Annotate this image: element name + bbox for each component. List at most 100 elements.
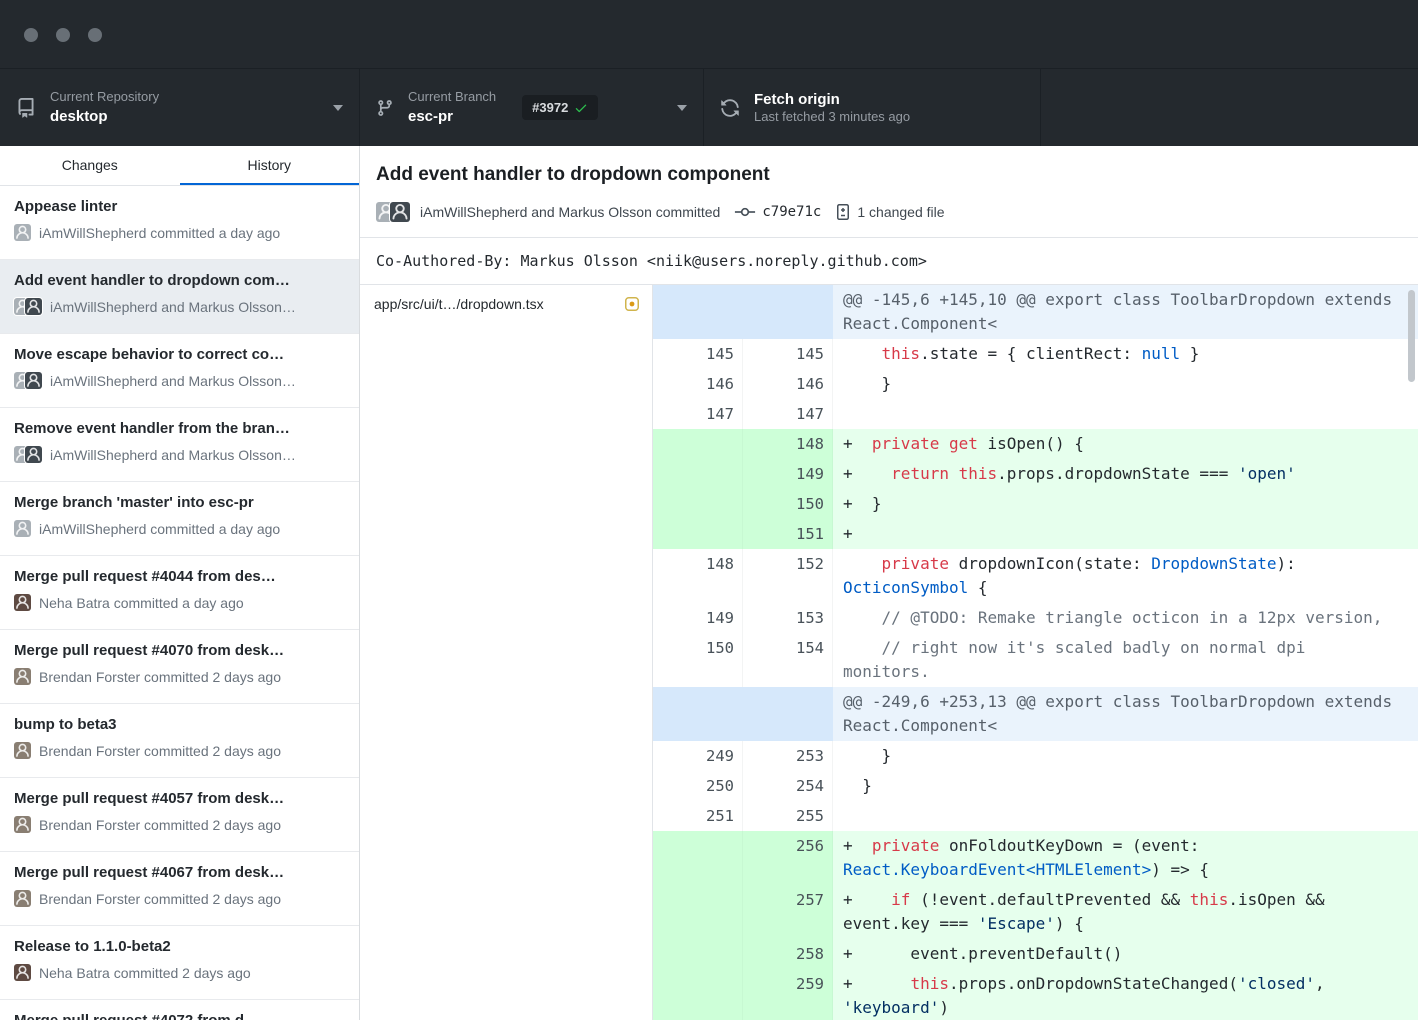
- git-branch-icon: [376, 99, 394, 117]
- commit-list-item[interactable]: Move escape behavior to correct co… iAmWi…: [0, 334, 359, 408]
- file-list-item[interactable]: app/src/ui/t…/dropdown.tsx: [360, 285, 652, 322]
- diff-code: // @TODO: Remake triangle octicon in a 1…: [833, 603, 1408, 633]
- commit-byline: Brendan Forster committed 2 days ago: [39, 669, 281, 685]
- commit-title: Merge pull request #4057 from desk…: [14, 789, 345, 809]
- commit-byline: Neha Batra committed 2 days ago: [39, 965, 251, 981]
- diff-code: + private onFoldoutKeyDown = (event: Rea…: [833, 831, 1408, 885]
- tab-changes[interactable]: Changes: [0, 146, 180, 185]
- diff-row-context: 149153 // @TODO: Remake triangle octicon…: [653, 603, 1418, 633]
- commit-title: Merge pull request #4067 from desk…: [14, 863, 345, 883]
- commit-list-item[interactable]: Merge pull request #4057 from desk… Brend…: [0, 778, 359, 852]
- diff-gutter-old: [653, 489, 743, 519]
- check-icon: [574, 101, 588, 115]
- commit-list-item[interactable]: Merge pull request #4070 from desk… Brend…: [0, 630, 359, 704]
- commit-list-item[interactable]: Release to 1.1.0-beta2Neha Batra committ…: [0, 926, 359, 1000]
- commit-list-item[interactable]: Merge branch 'master' into esc-priAmWill…: [0, 482, 359, 556]
- branch-name: esc-pr: [408, 107, 496, 126]
- commit-list-item[interactable]: Appease linteriAmWillShepherd committed …: [0, 186, 359, 260]
- diff-gutter-new: 150: [743, 489, 833, 519]
- diff-gutter-new: 255: [743, 801, 833, 831]
- diff-gutter-old: [653, 885, 743, 939]
- branch-picker[interactable]: Current Branch esc-pr #3972: [360, 69, 704, 146]
- commit-list-item[interactable]: Add event handler to dropdown com…iAmWil…: [0, 260, 359, 334]
- avatar: [390, 202, 410, 222]
- window-controls: [24, 28, 102, 42]
- diff-icon: [835, 203, 851, 221]
- avatar: [14, 224, 31, 241]
- commit-message-body: Co-Authored-By: Markus Olsson <niik@user…: [360, 238, 1418, 285]
- diff-code: + this.props.onDropdownStateChanged('clo…: [833, 969, 1408, 1020]
- commit-list-item[interactable]: Merge pull request #4067 from desk… Brend…: [0, 852, 359, 926]
- commit-title: Merge pull request #4070 from desk…: [14, 641, 345, 661]
- zoom-button[interactable]: [88, 28, 102, 42]
- tab-history[interactable]: History: [180, 146, 360, 185]
- git-commit-icon: [734, 204, 756, 220]
- diff-code: }: [833, 741, 1408, 771]
- diff-hunk-gutter: [653, 285, 833, 339]
- avatar-stack: [14, 520, 31, 537]
- diff-code: + event.preventDefault(): [833, 939, 1408, 969]
- diff-gutter-new: 147: [743, 399, 833, 429]
- diff-row-context: 250254 }: [653, 771, 1418, 801]
- commit-byline: iAmWillShepherd committed a day ago: [39, 521, 280, 537]
- commit-list-item[interactable]: bump to beta3Brendan Forster committed 2…: [0, 704, 359, 778]
- diff-gutter-old: [653, 429, 743, 459]
- diff-row-added: 148+ private get isOpen() {: [653, 429, 1418, 459]
- sidebar-tabs: Changes History: [0, 146, 359, 186]
- branch-picker-label: Current Branch: [408, 89, 496, 105]
- pr-status-badge[interactable]: #3972: [522, 95, 598, 120]
- commit-meta: iAmWillShepherd and Markus Olsson…: [14, 446, 345, 463]
- avatar-stack: [14, 298, 42, 315]
- commit-list-item[interactable]: Merge pull request #4072 from d…: [0, 1000, 359, 1020]
- toolbar-filler: [1041, 69, 1418, 146]
- fetch-origin-button[interactable]: Fetch origin Last fetched 3 minutes ago: [704, 69, 1041, 146]
- avatar-stack: [14, 742, 31, 759]
- repository-picker[interactable]: Current Repository desktop: [0, 69, 360, 146]
- diff-gutter-old: [653, 939, 743, 969]
- diff-gutter-old: [653, 519, 743, 549]
- diff-row-context: 147147: [653, 399, 1418, 429]
- avatar: [14, 742, 31, 759]
- avatar: [14, 594, 31, 611]
- changed-files-count: 1 changed file: [857, 204, 944, 220]
- diff-row-added: 150+ }: [653, 489, 1418, 519]
- commit-byline: iAmWillShepherd and Markus Olsson…: [50, 299, 296, 315]
- avatar: [14, 816, 31, 833]
- toolbar: Current Repository desktop Current Branc…: [0, 68, 1418, 146]
- commit-meta: Brendan Forster committed 2 days ago: [14, 890, 345, 907]
- chevron-down-icon: [333, 105, 343, 111]
- repository-picker-label: Current Repository: [50, 89, 159, 105]
- commit-meta: Neha Batra committed 2 days ago: [14, 964, 345, 981]
- diff-gutter-old: 250: [653, 771, 743, 801]
- commit-list: Appease linteriAmWillShepherd committed …: [0, 186, 359, 1020]
- diff-row-context: 150154 // right now it's scaled badly on…: [653, 633, 1418, 687]
- diff-code: +: [833, 519, 1408, 549]
- commit-byline: iAmWillShepherd and Markus Olsson…: [50, 373, 296, 389]
- scrollbar-thumb[interactable]: [1408, 290, 1415, 382]
- commit-meta: Brendan Forster committed 2 days ago: [14, 816, 345, 833]
- diff-code: + return this.props.dropdownState === 'o…: [833, 459, 1408, 489]
- diff-gutter-old: 149: [653, 603, 743, 633]
- commit-title: Move escape behavior to correct co…: [14, 345, 345, 365]
- minimize-button[interactable]: [56, 28, 70, 42]
- diff-gutter-new: 151: [743, 519, 833, 549]
- diff-code: private dropdownIcon(state: DropdownStat…: [833, 549, 1408, 603]
- commit-byline: iAmWillShepherd and Markus Olsson commit…: [420, 204, 720, 220]
- diff-gutter-old: 146: [653, 369, 743, 399]
- diff-gutter-new: 258: [743, 939, 833, 969]
- diff-view: @@ -145,6 +145,10 @@ export class Toolba…: [653, 285, 1418, 1020]
- commit-list-item[interactable]: Merge pull request #4044 from des…Neha B…: [0, 556, 359, 630]
- file-path: app/src/ui/t…/dropdown.tsx: [374, 296, 616, 312]
- avatar-stack: [376, 202, 410, 222]
- diff-gutter-new: 254: [743, 771, 833, 801]
- diff-gutter-new: 256: [743, 831, 833, 885]
- diff-hunk-row: @@ -249,6 +253,13 @@ export class Toolba…: [653, 687, 1418, 741]
- commit-meta: Brendan Forster committed 2 days ago: [14, 668, 345, 685]
- commit-meta: iAmWillShepherd and Markus Olsson…: [14, 298, 345, 315]
- diff-row-context: 249253 }: [653, 741, 1418, 771]
- commit-meta: Brendan Forster committed 2 days ago: [14, 742, 345, 759]
- close-button[interactable]: [24, 28, 38, 42]
- commit-list-item[interactable]: Remove event handler from the bran…iAmWi…: [0, 408, 359, 482]
- diff-code: [833, 399, 1408, 429]
- commit-byline: iAmWillShepherd and Markus Olsson…: [50, 447, 296, 463]
